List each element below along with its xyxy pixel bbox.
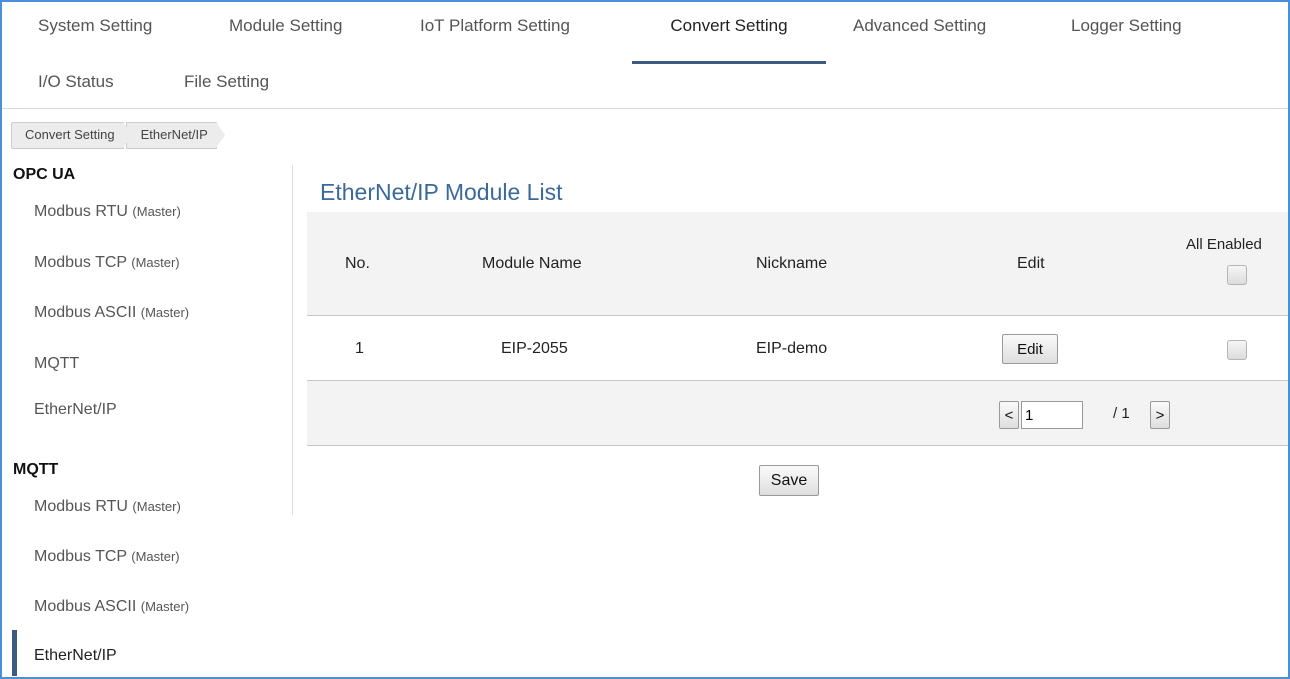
- header-edit: Edit: [1017, 255, 1045, 272]
- sidebar-item-sub: (Master): [131, 549, 180, 564]
- header-module-name: Module Name: [482, 255, 582, 272]
- breadcrumb: Convert Setting EtherNet/IP: [11, 122, 226, 149]
- sidebar-item-label: Modbus ASCII: [34, 598, 137, 615]
- tab-iot-platform-setting[interactable]: IoT Platform Setting: [420, 2, 570, 50]
- sidebar-item-sub: (Master): [140, 305, 190, 320]
- sidebar-item-mqtt-ethernet-ip[interactable]: EtherNet/IP: [34, 647, 117, 665]
- sidebar-item-sub: (Master): [131, 255, 180, 270]
- breadcrumb-item-ethernet-ip[interactable]: EtherNet/IP: [125, 122, 226, 149]
- next-page-button[interactable]: >: [1150, 401, 1170, 429]
- header-no: No.: [345, 255, 370, 272]
- sidebar-item-label: Modbus RTU: [34, 203, 128, 220]
- tab-file-setting[interactable]: File Setting: [184, 58, 269, 106]
- all-enabled-checkbox[interactable]: [1227, 265, 1247, 285]
- nav-divider: [2, 108, 1288, 109]
- breadcrumb-item-convert-setting[interactable]: Convert Setting: [11, 122, 132, 149]
- sidebar-item-opcua-modbus-ascii[interactable]: Modbus ASCII (Master): [34, 304, 189, 322]
- tab-system-setting[interactable]: System Setting: [38, 2, 152, 50]
- sidebar-group-mqtt: MQTT: [13, 461, 59, 478]
- sidebar-item-opcua-mqtt[interactable]: MQTT: [34, 355, 79, 373]
- sidebar-divider: [292, 165, 293, 515]
- tab-convert-setting-label: Convert Setting: [670, 16, 788, 35]
- row-module-name: EIP-2055: [501, 340, 568, 357]
- table-header-row: No. Module Name Nickname Edit All Enable…: [307, 212, 1288, 316]
- edit-button[interactable]: Edit: [1002, 334, 1058, 364]
- sidebar-item-sub: (Master): [140, 599, 190, 614]
- sidebar-item-sub: (Master): [132, 499, 181, 514]
- sidebar-item-opcua-modbus-rtu[interactable]: Modbus RTU (Master): [34, 203, 181, 221]
- header-nickname: Nickname: [756, 255, 828, 272]
- page-number-input[interactable]: [1021, 401, 1083, 429]
- prev-page-button[interactable]: <: [999, 401, 1019, 429]
- pagination-row: < / 1 >: [307, 381, 1288, 446]
- tab-logger-setting[interactable]: Logger Setting: [1071, 2, 1182, 50]
- table-row: 1 EIP-2055 EIP-demo Edit: [307, 316, 1288, 381]
- app-frame: System Setting Module Setting IoT Platfo…: [0, 0, 1290, 679]
- sidebar-item-label: EtherNet/IP: [34, 647, 117, 664]
- sidebar-active-indicator: [12, 630, 17, 676]
- page-total: / 1: [1113, 405, 1130, 422]
- sidebar-item-label: Modbus ASCII: [34, 304, 137, 321]
- sidebar-item-opcua-ethernet-ip[interactable]: EtherNet/IP: [34, 401, 117, 419]
- sidebar-item-mqtt-modbus-tcp[interactable]: Modbus TCP (Master): [34, 548, 180, 566]
- tab-convert-setting[interactable]: Convert Setting: [632, 2, 826, 64]
- sidebar-item-label: MQTT: [34, 355, 80, 372]
- active-tab-underline: [632, 61, 826, 64]
- tab-io-status[interactable]: I/O Status: [38, 58, 114, 106]
- sidebar-item-label: Modbus RTU: [34, 498, 128, 515]
- page-title: EtherNet/IP Module List: [320, 179, 563, 205]
- sidebar-item-mqtt-modbus-ascii[interactable]: Modbus ASCII (Master): [34, 598, 189, 616]
- save-button[interactable]: Save: [759, 465, 819, 496]
- tab-module-setting[interactable]: Module Setting: [229, 2, 342, 50]
- sidebar-item-opcua-modbus-tcp[interactable]: Modbus TCP (Master): [34, 254, 180, 272]
- row-nickname: EIP-demo: [756, 340, 828, 357]
- sidebar-item-sub: (Master): [132, 204, 181, 219]
- sidebar-item-label: EtherNet/IP: [34, 401, 117, 418]
- row-no: 1: [355, 340, 364, 357]
- tab-advanced-setting[interactable]: Advanced Setting: [853, 2, 986, 50]
- sidebar-group-opc-ua: OPC UA: [13, 166, 76, 183]
- row-enabled-checkbox[interactable]: [1227, 340, 1247, 360]
- sidebar-item-label: Modbus TCP: [34, 254, 127, 271]
- sidebar-item-mqtt-modbus-rtu[interactable]: Modbus RTU (Master): [34, 498, 181, 516]
- header-all-enabled: All Enabled: [1186, 236, 1262, 253]
- sidebar-item-label: Modbus TCP: [34, 548, 127, 565]
